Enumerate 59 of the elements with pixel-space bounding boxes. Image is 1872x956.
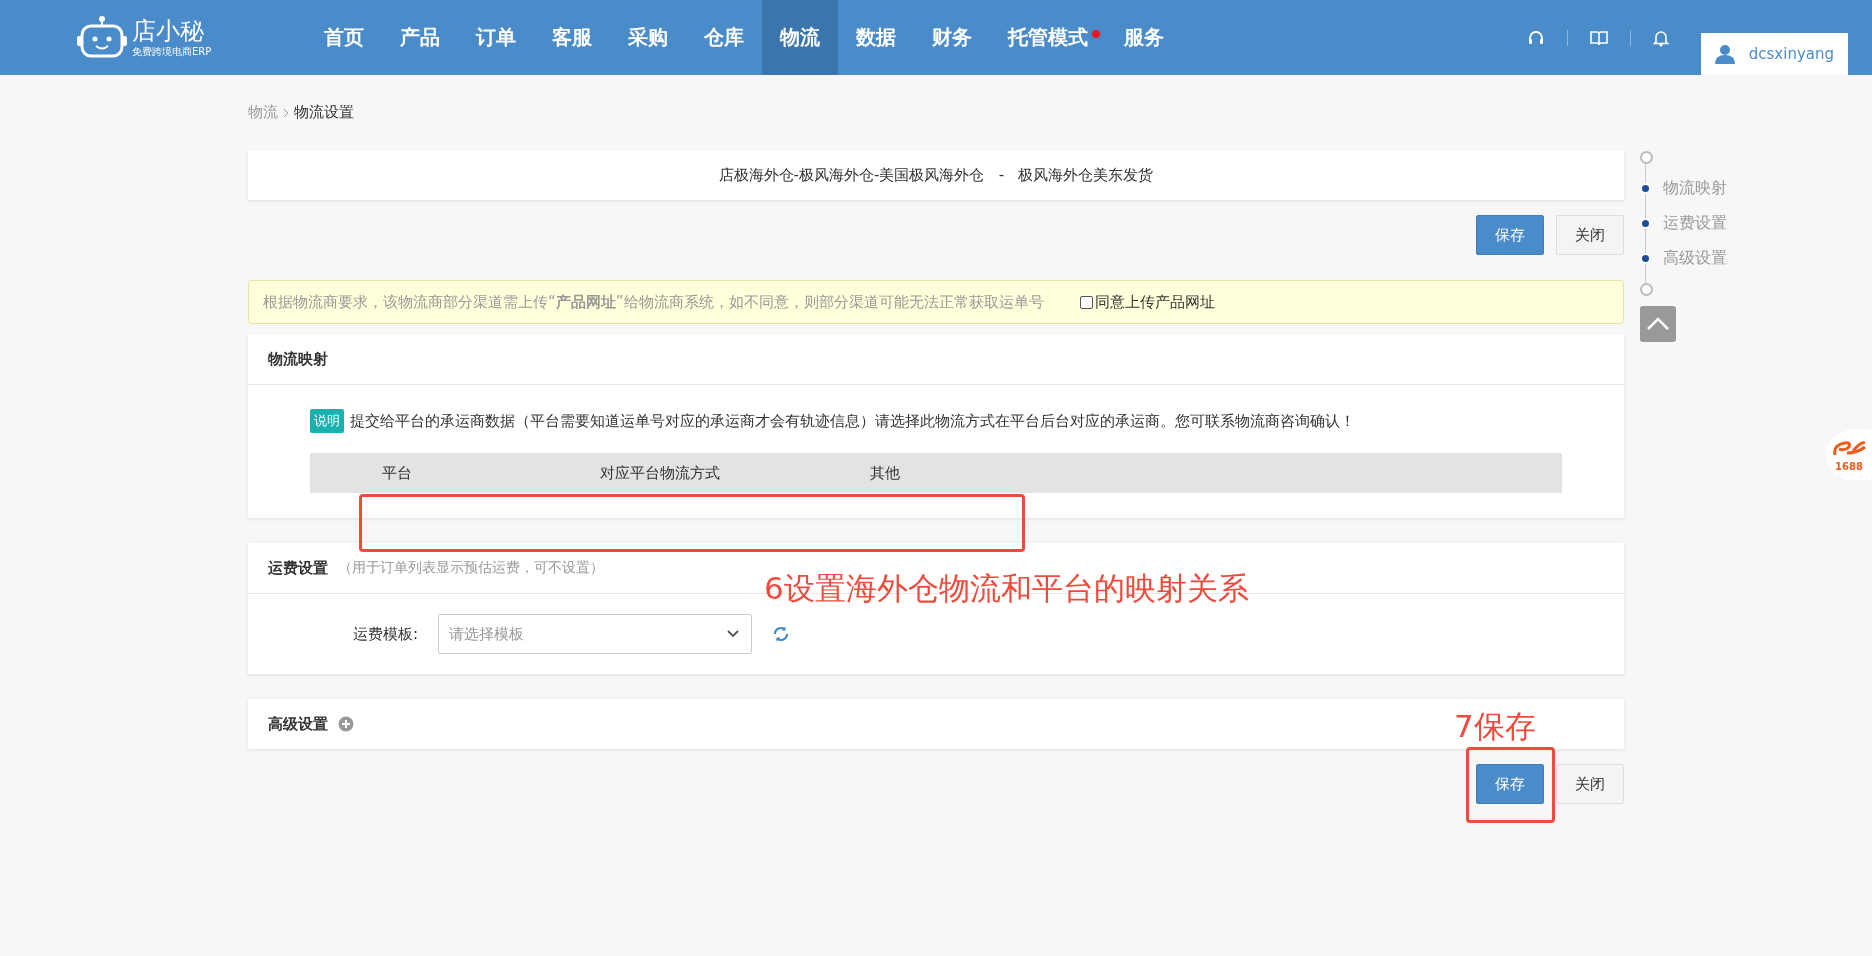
section-title: 运费设置	[268, 558, 328, 578]
notice-text: 根据物流商要求，该物流商部分渠道需上传“产品网址”给物流商系统，如不同意，则部分渠道可能无法正常获取运单号	[263, 292, 1044, 312]
field-label: 运费模板:	[353, 624, 419, 644]
step-dot-icon	[1642, 185, 1649, 192]
logo-subtitle: 免费跨境电商ERP	[132, 44, 212, 59]
nav-tab[interactable]: 采购	[610, 0, 686, 75]
chevron-right-icon	[282, 107, 290, 118]
annotation-text: 7保存	[1454, 707, 1536, 746]
step-dot-icon	[1642, 255, 1649, 262]
plus-circle-icon[interactable]	[338, 716, 354, 732]
section-hint: （用于订单列表显示预估运费，可不设置）	[338, 559, 604, 577]
save-button[interactable]: 保存	[1476, 215, 1544, 255]
nav-tab[interactable]: 客服	[534, 0, 610, 75]
logo-text: 店小秘	[132, 16, 205, 45]
nav-tab[interactable]: 托管模式	[990, 0, 1106, 75]
username: dcsxinyang	[1748, 45, 1834, 63]
headset-icon[interactable]	[1526, 28, 1545, 47]
template-select[interactable]: 请选择模板	[438, 614, 753, 654]
timeline-end-icon	[1640, 283, 1653, 296]
close-button[interactable]: 关闭	[1556, 764, 1624, 804]
step-dot-icon	[1642, 220, 1649, 227]
timeline-start-icon	[1640, 151, 1653, 164]
column-header: 其他	[870, 463, 900, 483]
nav-tab[interactable]: 仓库	[686, 0, 762, 75]
save-button[interactable]: 保存	[1476, 764, 1544, 804]
anchor-link[interactable]: 物流映射	[1663, 178, 1727, 199]
robot-logo-icon	[76, 15, 128, 60]
breadcrumb-item: 物流设置	[294, 103, 354, 122]
info-tag: 说明	[310, 409, 344, 433]
anchor-link[interactable]: 运费设置	[1663, 213, 1727, 234]
checkbox[interactable]	[1079, 295, 1093, 309]
book-icon[interactable]	[1589, 29, 1608, 46]
nav-tab[interactable]: 数据	[838, 0, 914, 75]
user-menu[interactable]: dcsxinyang	[1700, 33, 1848, 75]
refresh-icon[interactable]	[772, 625, 791, 643]
section-title: 物流映射	[268, 349, 328, 369]
nav-tab[interactable]: 服务	[1106, 0, 1182, 75]
checkbox-label[interactable]: 同意上传产品网址	[1094, 292, 1215, 312]
back-to-top-button[interactable]	[1640, 306, 1676, 342]
description-text: 提交给平台的承运商数据（平台需要知道运单号对应的承运商才会有轨迹信息）请选择此物流方式在平台后台对应的承运商。您可联系物流商咨询确认！	[350, 411, 1355, 431]
bell-icon[interactable]	[1652, 28, 1669, 47]
floating-logo-icon[interactable]: 1688	[1826, 430, 1872, 480]
nav-tab[interactable]: 物流	[762, 0, 838, 75]
nav-tab[interactable]: 首页	[306, 0, 382, 75]
user-icon	[1714, 44, 1735, 64]
page-title: 店极海外仓-极风海外仓-美国极风海外仓 - 极风海外仓美东发货	[718, 165, 1154, 185]
section-title: 高级设置	[268, 714, 328, 734]
column-header: 对应平台物流方式	[600, 463, 721, 483]
close-button[interactable]: 关闭	[1556, 215, 1624, 255]
anchor-link[interactable]: 高级设置	[1663, 248, 1727, 269]
annotation-text: 6设置海外仓物流和平台的映射关系	[764, 569, 1249, 608]
nav-tab[interactable]: 产品	[382, 0, 458, 75]
nav-tab[interactable]: 财务	[914, 0, 990, 75]
breadcrumb-item[interactable]: 物流	[248, 103, 278, 122]
nav-tab[interactable]: 订单	[458, 0, 534, 75]
chevron-up-icon	[1646, 317, 1670, 331]
notification-dot	[1092, 30, 1100, 38]
chevron-down-icon	[727, 630, 740, 638]
column-header: 平台	[382, 463, 413, 483]
